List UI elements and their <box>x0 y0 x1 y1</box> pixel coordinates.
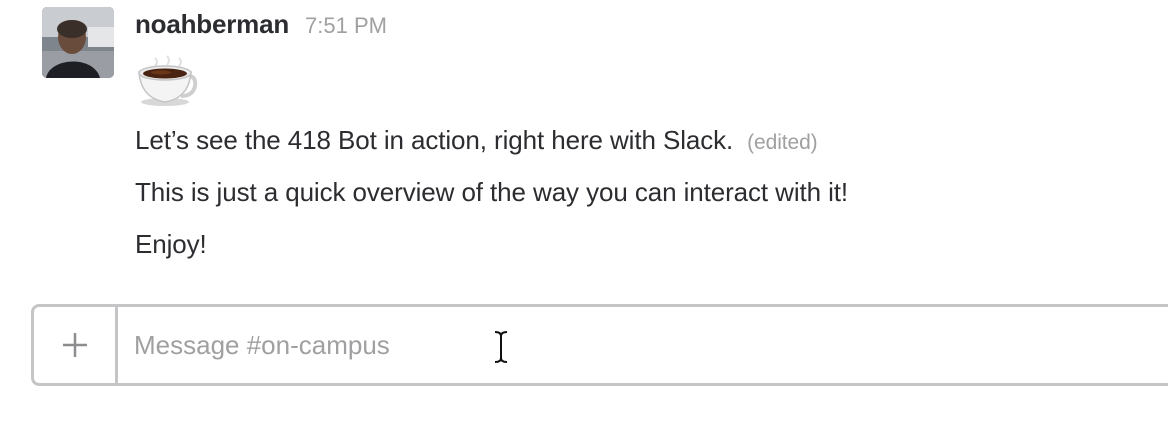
username[interactable]: noahberman <box>135 9 289 40</box>
avatar[interactable] <box>42 7 114 78</box>
message-text: This is just a quick overview of the way… <box>135 177 849 207</box>
message-line: This is just a quick overview of the way… <box>135 177 848 208</box>
message-line: Let’s see the 418 Bot in action, right h… <box>135 125 818 156</box>
text-cursor-icon <box>491 329 511 365</box>
coffee-icon <box>133 52 199 108</box>
edited-label: (edited) <box>747 131 818 154</box>
message-text: Let’s see the 418 Bot in action, right h… <box>135 125 734 155</box>
attach-button[interactable] <box>34 307 118 383</box>
message-header: noahberman 7:51 PM <box>135 9 387 43</box>
timestamp[interactable]: 7:51 PM <box>305 13 387 39</box>
avatar-photo <box>42 7 114 78</box>
message-line: Enjoy! <box>135 229 207 260</box>
message-composer <box>31 304 1168 386</box>
message-input[interactable] <box>118 307 1168 383</box>
chat-view: noahberman 7:51 PM Let’s see the 418 Bot… <box>0 0 1168 424</box>
plus-icon <box>62 333 87 357</box>
message-text: Enjoy! <box>135 229 207 259</box>
